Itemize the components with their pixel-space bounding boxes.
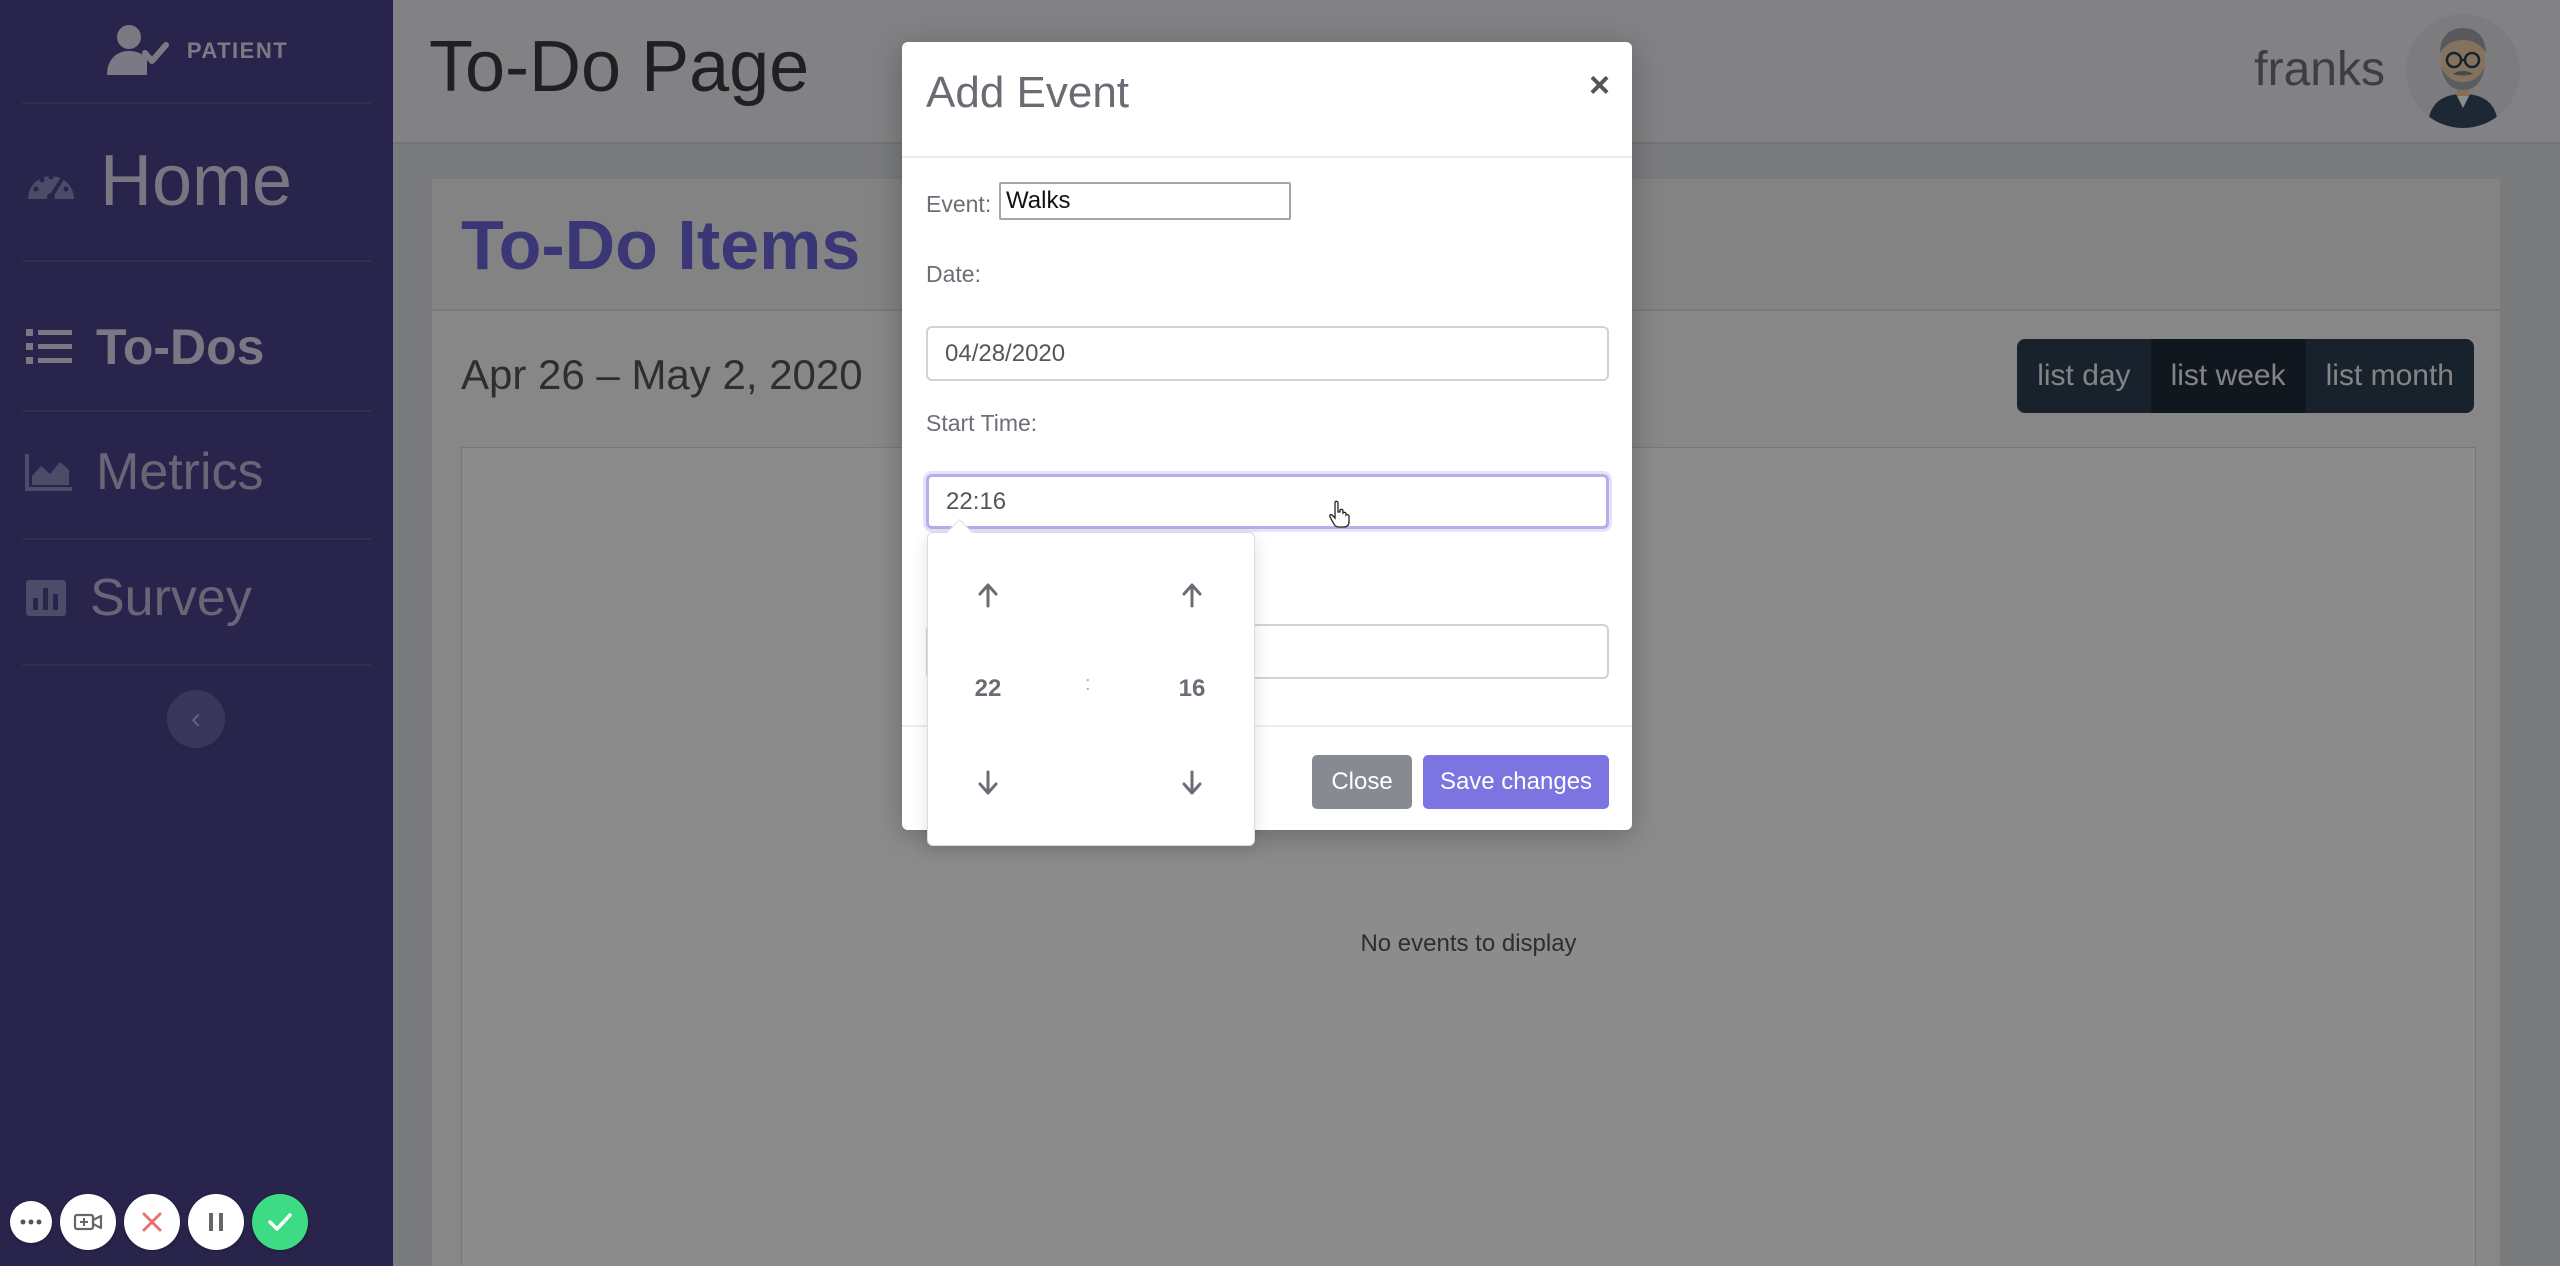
save-changes-button[interactable]: Save changes	[1423, 755, 1609, 809]
event-input[interactable]	[999, 182, 1291, 220]
recording-toolbar	[10, 1194, 308, 1250]
date-input[interactable]	[926, 326, 1609, 381]
more-button[interactable]	[10, 1201, 52, 1243]
more-icon	[20, 1219, 42, 1225]
pause-recording-button[interactable]	[188, 1194, 244, 1250]
close-button[interactable]: Close	[1312, 755, 1412, 809]
minute-up-button[interactable]	[1172, 575, 1212, 615]
minute-value[interactable]: 16	[1162, 675, 1222, 703]
modal-title: Add Event	[926, 68, 1130, 117]
confirm-recording-button[interactable]	[252, 1194, 308, 1250]
cancel-recording-button[interactable]	[124, 1194, 180, 1250]
time-picker: 22 : 16	[927, 519, 1255, 846]
hour-up-button[interactable]	[968, 575, 1008, 615]
arrow-down-icon	[1182, 770, 1202, 795]
date-label: Date:	[926, 261, 981, 287]
arrow-down-icon	[978, 770, 998, 795]
camera-button[interactable]	[60, 1194, 116, 1250]
app-root: PATIENT Home To-Dos Metrics Survey ‹ To-…	[0, 0, 2560, 1266]
modal-header: Add Event ×	[902, 42, 1632, 158]
start-time-label: Start Time:	[926, 410, 1038, 436]
cancel-icon	[142, 1212, 162, 1232]
arrow-up-icon	[978, 583, 998, 608]
time-separator: :	[1085, 673, 1091, 695]
event-label: Event:	[926, 191, 992, 217]
hour-value[interactable]: 22	[958, 675, 1018, 703]
hour-down-button[interactable]	[968, 763, 1008, 803]
start-time-input[interactable]	[926, 474, 1609, 529]
pause-icon	[209, 1213, 223, 1231]
confirm-icon	[268, 1213, 292, 1231]
hand-cursor-icon	[1329, 500, 1350, 528]
camera-icon	[73, 1213, 103, 1231]
minute-down-button[interactable]	[1172, 763, 1212, 803]
modal-close-icon[interactable]: ×	[1589, 64, 1610, 106]
arrow-up-icon	[1182, 583, 1202, 608]
